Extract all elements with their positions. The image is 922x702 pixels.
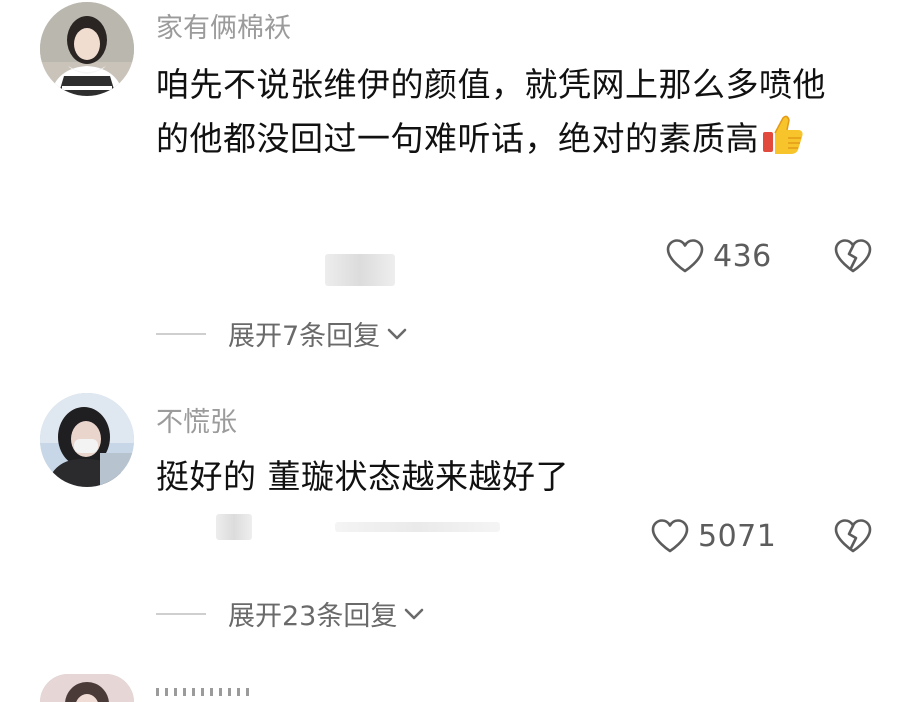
expand-replies-label: 展开7条回复 (228, 321, 381, 352)
blurred-meta (325, 254, 395, 286)
expand-replies-label: 展开23条回复 (228, 601, 398, 632)
comment-text-body: 挺好的 董璇状态越来越好了 (156, 457, 569, 496)
chevron-down-icon (380, 327, 408, 341)
like-count: 436 (713, 238, 772, 274)
like-button[interactable]: 5071 (650, 518, 776, 554)
dislike-button[interactable] (833, 238, 873, 274)
username[interactable]: 不慌张 (156, 400, 237, 439)
heart-icon (650, 518, 690, 554)
username[interactable]: 家有俩棉袄 (156, 6, 291, 45)
expand-replies[interactable]: 展开23条回复 (156, 594, 425, 633)
like-count: 5071 (698, 518, 777, 554)
dislike-button[interactable] (833, 518, 873, 554)
avatar[interactable] (40, 393, 134, 487)
expand-replies[interactable]: 展开7条回复 (156, 314, 408, 353)
divider-line (156, 612, 206, 615)
avatar[interactable] (40, 2, 134, 96)
blurred-meta (216, 514, 252, 540)
heart-icon (665, 238, 705, 274)
comment-text: 咱先不说张维伊的颜值，就凭网上那么多喷他的他都没回过一句难听话，绝对的素质高 (156, 58, 856, 166)
comment-text: 挺好的 董璇状态越来越好了 (156, 450, 856, 504)
blurred-meta (335, 522, 500, 532)
thumbs-up-icon (761, 112, 805, 156)
partial-username (156, 684, 256, 702)
divider-line (156, 332, 206, 335)
avatar[interactable] (40, 674, 134, 702)
broken-heart-icon (833, 518, 873, 554)
chevron-down-icon (397, 607, 425, 621)
broken-heart-icon (833, 238, 873, 274)
like-button[interactable]: 436 (665, 238, 772, 274)
comment-text-body: 咱先不说张维伊的颜值，就凭网上那么多喷他的他都没回过一句难听话，绝对的素质高 (156, 65, 826, 158)
